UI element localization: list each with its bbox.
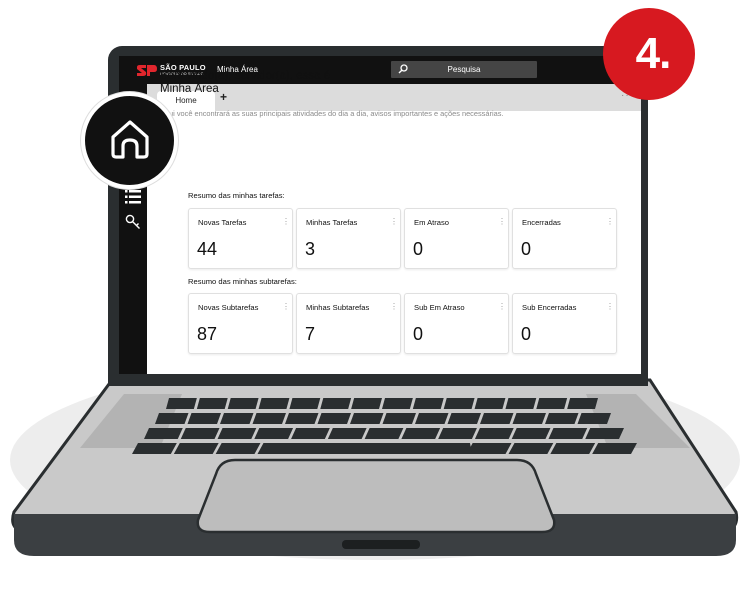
- keyboard-key: [466, 443, 512, 454]
- keyboard-key: [415, 413, 449, 424]
- card-title: Sub Encerradas: [522, 303, 577, 312]
- card-title: Em Atraso: [414, 218, 450, 227]
- welcome-heading: Bem vindo(a), servidor(a), essa é Minha …: [160, 70, 460, 96]
- keyboard-key: [592, 443, 637, 454]
- card-title: Novas Subtarefas: [198, 303, 259, 312]
- keyboard-key: [180, 428, 220, 439]
- trackpad: [196, 458, 556, 534]
- card-menu-icon[interactable]: ⋮: [282, 217, 290, 226]
- card-value: 0: [521, 239, 532, 259]
- keyboard-key: [536, 398, 568, 409]
- keyboard-key: [545, 413, 579, 424]
- keyboard-key: [585, 428, 624, 439]
- card-menu-icon[interactable]: ⋮: [498, 217, 506, 226]
- keyboard-key: [155, 413, 189, 424]
- summary-card[interactable]: Novas Subtarefas ⋮ 87: [188, 293, 293, 354]
- keyboard-key: [350, 413, 384, 424]
- keyboard-key: [474, 428, 514, 439]
- app-screen: SÃO PAULO GOVERNO DO ESTADO Minha Área P…: [119, 56, 641, 374]
- keyboard-key: [289, 398, 321, 409]
- card-title: Minhas Subtarefas: [306, 303, 370, 312]
- intro-text: Aqui você encontrará as suas principais …: [160, 109, 504, 118]
- keyboard-key: [215, 443, 261, 454]
- tasks-section-label: Resumo das minhas tarefas:: [188, 191, 285, 200]
- keyboard-key: [443, 398, 475, 409]
- keyboard-key: [505, 398, 537, 409]
- card-value: 87: [197, 324, 218, 344]
- keyboard-key: [511, 428, 551, 439]
- card-menu-icon[interactable]: ⋮: [282, 302, 290, 311]
- summary-card[interactable]: Sub Em Atraso ⋮ 0: [404, 293, 509, 354]
- keyboard-key: [438, 428, 477, 439]
- keyboard-key: [258, 398, 290, 409]
- keyboard-key: [382, 413, 416, 424]
- keyboard-key: [196, 398, 228, 409]
- home-callout[interactable]: [81, 92, 178, 189]
- keyboard-key: [217, 428, 257, 439]
- home-icon: [111, 120, 149, 159]
- summary-card[interactable]: Minhas Tarefas ⋮ 3: [296, 208, 401, 269]
- subtasks-section-label: Resumo das minhas subtarefas:: [188, 277, 297, 286]
- card-value: 44: [197, 239, 218, 259]
- keyboard-key: [474, 398, 506, 409]
- keyboard-key: [550, 443, 596, 454]
- hinge-notch: [342, 540, 420, 549]
- keyboard-key: [412, 398, 444, 409]
- card-title: Encerradas: [522, 218, 561, 227]
- card-value: 3: [305, 239, 316, 259]
- keyboard-key: [132, 443, 177, 454]
- keyboard-key: [220, 413, 254, 424]
- summary-card[interactable]: Em Atraso ⋮ 0: [404, 208, 509, 269]
- card-value: 7: [305, 324, 316, 344]
- keyboard-key: [187, 413, 221, 424]
- spacebar-key: [266, 443, 472, 454]
- card-title: Sub Em Atraso: [414, 303, 465, 312]
- keyboard-key: [166, 398, 197, 409]
- keyboard-key: [480, 413, 514, 424]
- key-icon[interactable]: [125, 214, 141, 230]
- keyboard-key: [252, 413, 286, 424]
- card-menu-icon[interactable]: ⋮: [606, 217, 614, 226]
- keyboard-key: [364, 428, 404, 439]
- card-title: Novas Tarefas: [198, 218, 247, 227]
- card-menu-icon[interactable]: ⋮: [390, 217, 398, 226]
- keyboard-key: [227, 398, 259, 409]
- keyboard-key: [382, 398, 413, 409]
- step-badge: 4.: [603, 8, 695, 100]
- keyboard-key: [320, 398, 352, 409]
- summary-card[interactable]: Encerradas ⋮ 0: [512, 208, 617, 269]
- card-title: Minhas Tarefas: [306, 218, 358, 227]
- sp-logo-icon[interactable]: [137, 65, 157, 76]
- keyboard-key: [508, 443, 554, 454]
- keyboard-key: [327, 428, 367, 439]
- keyboard-key: [567, 398, 598, 409]
- card-menu-icon[interactable]: ⋮: [498, 302, 506, 311]
- keyboard-key: [401, 428, 441, 439]
- keyboard-key: [317, 413, 351, 424]
- keyboard-key: [173, 443, 219, 454]
- summary-card[interactable]: Minhas Subtarefas ⋮ 7: [296, 293, 401, 354]
- summary-card[interactable]: Sub Encerradas ⋮ 0: [512, 293, 617, 354]
- keyboard-key: [512, 413, 546, 424]
- keyboard-key: [351, 398, 382, 409]
- welcome-line-2: Minha Área: [160, 83, 219, 95]
- card-value: 0: [521, 324, 532, 344]
- card-value: 0: [413, 239, 424, 259]
- keyboard-key: [144, 428, 183, 439]
- keyboard-key: [577, 413, 611, 424]
- list-icon[interactable]: [125, 190, 141, 204]
- keyboard-key: [291, 428, 330, 439]
- keyboard-key: [548, 428, 588, 439]
- keyboard-key: [447, 413, 481, 424]
- card-menu-icon[interactable]: ⋮: [390, 302, 398, 311]
- welcome-line-1: Bem vindo(a), servidor(a), essa é: [160, 70, 331, 82]
- card-value: 0: [413, 324, 424, 344]
- keyboard-key: [285, 413, 319, 424]
- card-menu-icon[interactable]: ⋮: [606, 302, 614, 311]
- keyboard-key: [254, 428, 294, 439]
- summary-card[interactable]: Novas Tarefas ⋮ 44: [188, 208, 293, 269]
